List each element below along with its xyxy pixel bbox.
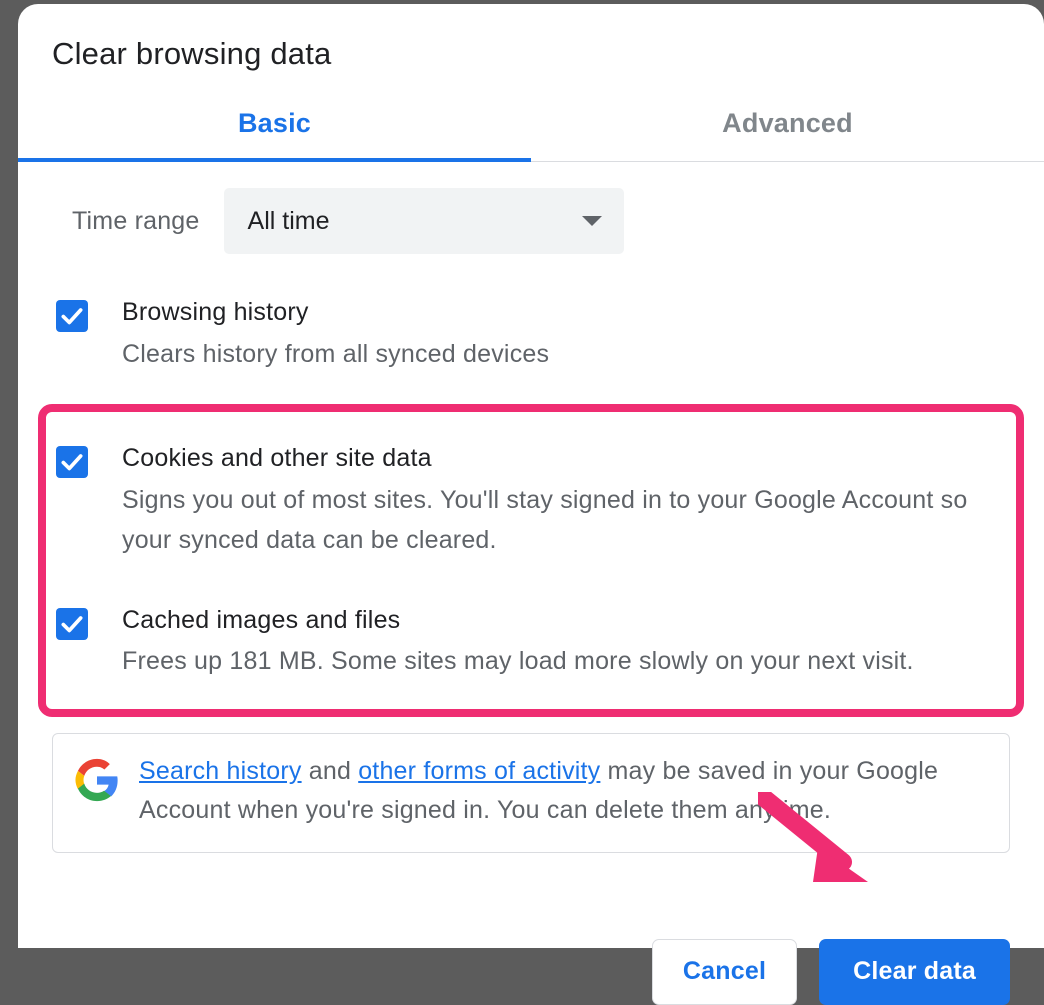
option-title: Cookies and other site data (122, 442, 996, 476)
option-text: Cookies and other site data Signs you ou… (122, 442, 996, 560)
dialog-title: Clear browsing data (18, 4, 1044, 96)
clear-data-button[interactable]: Clear data (819, 939, 1010, 1005)
option-desc: Signs you out of most sites. You'll stay… (122, 480, 996, 560)
option-title: Cached images and files (122, 604, 996, 638)
time-range-select[interactable]: All time (224, 188, 624, 254)
tab-bar: Basic Advanced (18, 96, 1044, 162)
annotation-highlight-box: Cookies and other site data Signs you ou… (38, 404, 1024, 718)
dialog-buttons: Cancel Clear data (18, 939, 1044, 1005)
option-browsing-history[interactable]: Browsing history Clears history from all… (52, 288, 1010, 386)
info-text-segment: and (302, 757, 359, 785)
other-activity-link[interactable]: other forms of activity (358, 757, 600, 785)
checkbox-browsing-history[interactable] (56, 300, 88, 332)
chevron-down-icon (582, 216, 602, 226)
option-text: Browsing history Clears history from all… (122, 296, 1010, 374)
google-account-info-box: Search history and other forms of activi… (52, 733, 1010, 853)
option-desc: Frees up 181 MB. Some sites may load mor… (122, 641, 996, 681)
time-range-label: Time range (72, 207, 200, 236)
google-logo-icon (75, 758, 119, 802)
clear-browsing-data-dialog: Clear browsing data Basic Advanced Time … (18, 4, 1044, 948)
option-cookies[interactable]: Cookies and other site data Signs you ou… (52, 432, 996, 570)
checkbox-cookies[interactable] (56, 446, 88, 478)
option-text: Cached images and files Frees up 181 MB.… (122, 604, 996, 682)
time-range-row: Time range All time (52, 188, 1010, 254)
info-text: Search history and other forms of activi… (139, 752, 987, 830)
tab-advanced[interactable]: Advanced (531, 96, 1044, 161)
checkbox-cache[interactable] (56, 608, 88, 640)
active-tab-underline (18, 158, 531, 162)
check-icon (59, 449, 85, 475)
check-icon (59, 303, 85, 329)
time-range-value: All time (248, 207, 330, 236)
option-title: Browsing history (122, 296, 1010, 330)
search-history-link[interactable]: Search history (139, 757, 302, 785)
option-cache[interactable]: Cached images and files Frees up 181 MB.… (52, 594, 996, 692)
cancel-button[interactable]: Cancel (652, 939, 797, 1005)
tab-basic[interactable]: Basic (18, 96, 531, 161)
check-icon (59, 611, 85, 637)
dialog-content: Time range All time Browsing history Cle… (18, 162, 1044, 853)
option-desc: Clears history from all synced devices (122, 334, 1010, 374)
